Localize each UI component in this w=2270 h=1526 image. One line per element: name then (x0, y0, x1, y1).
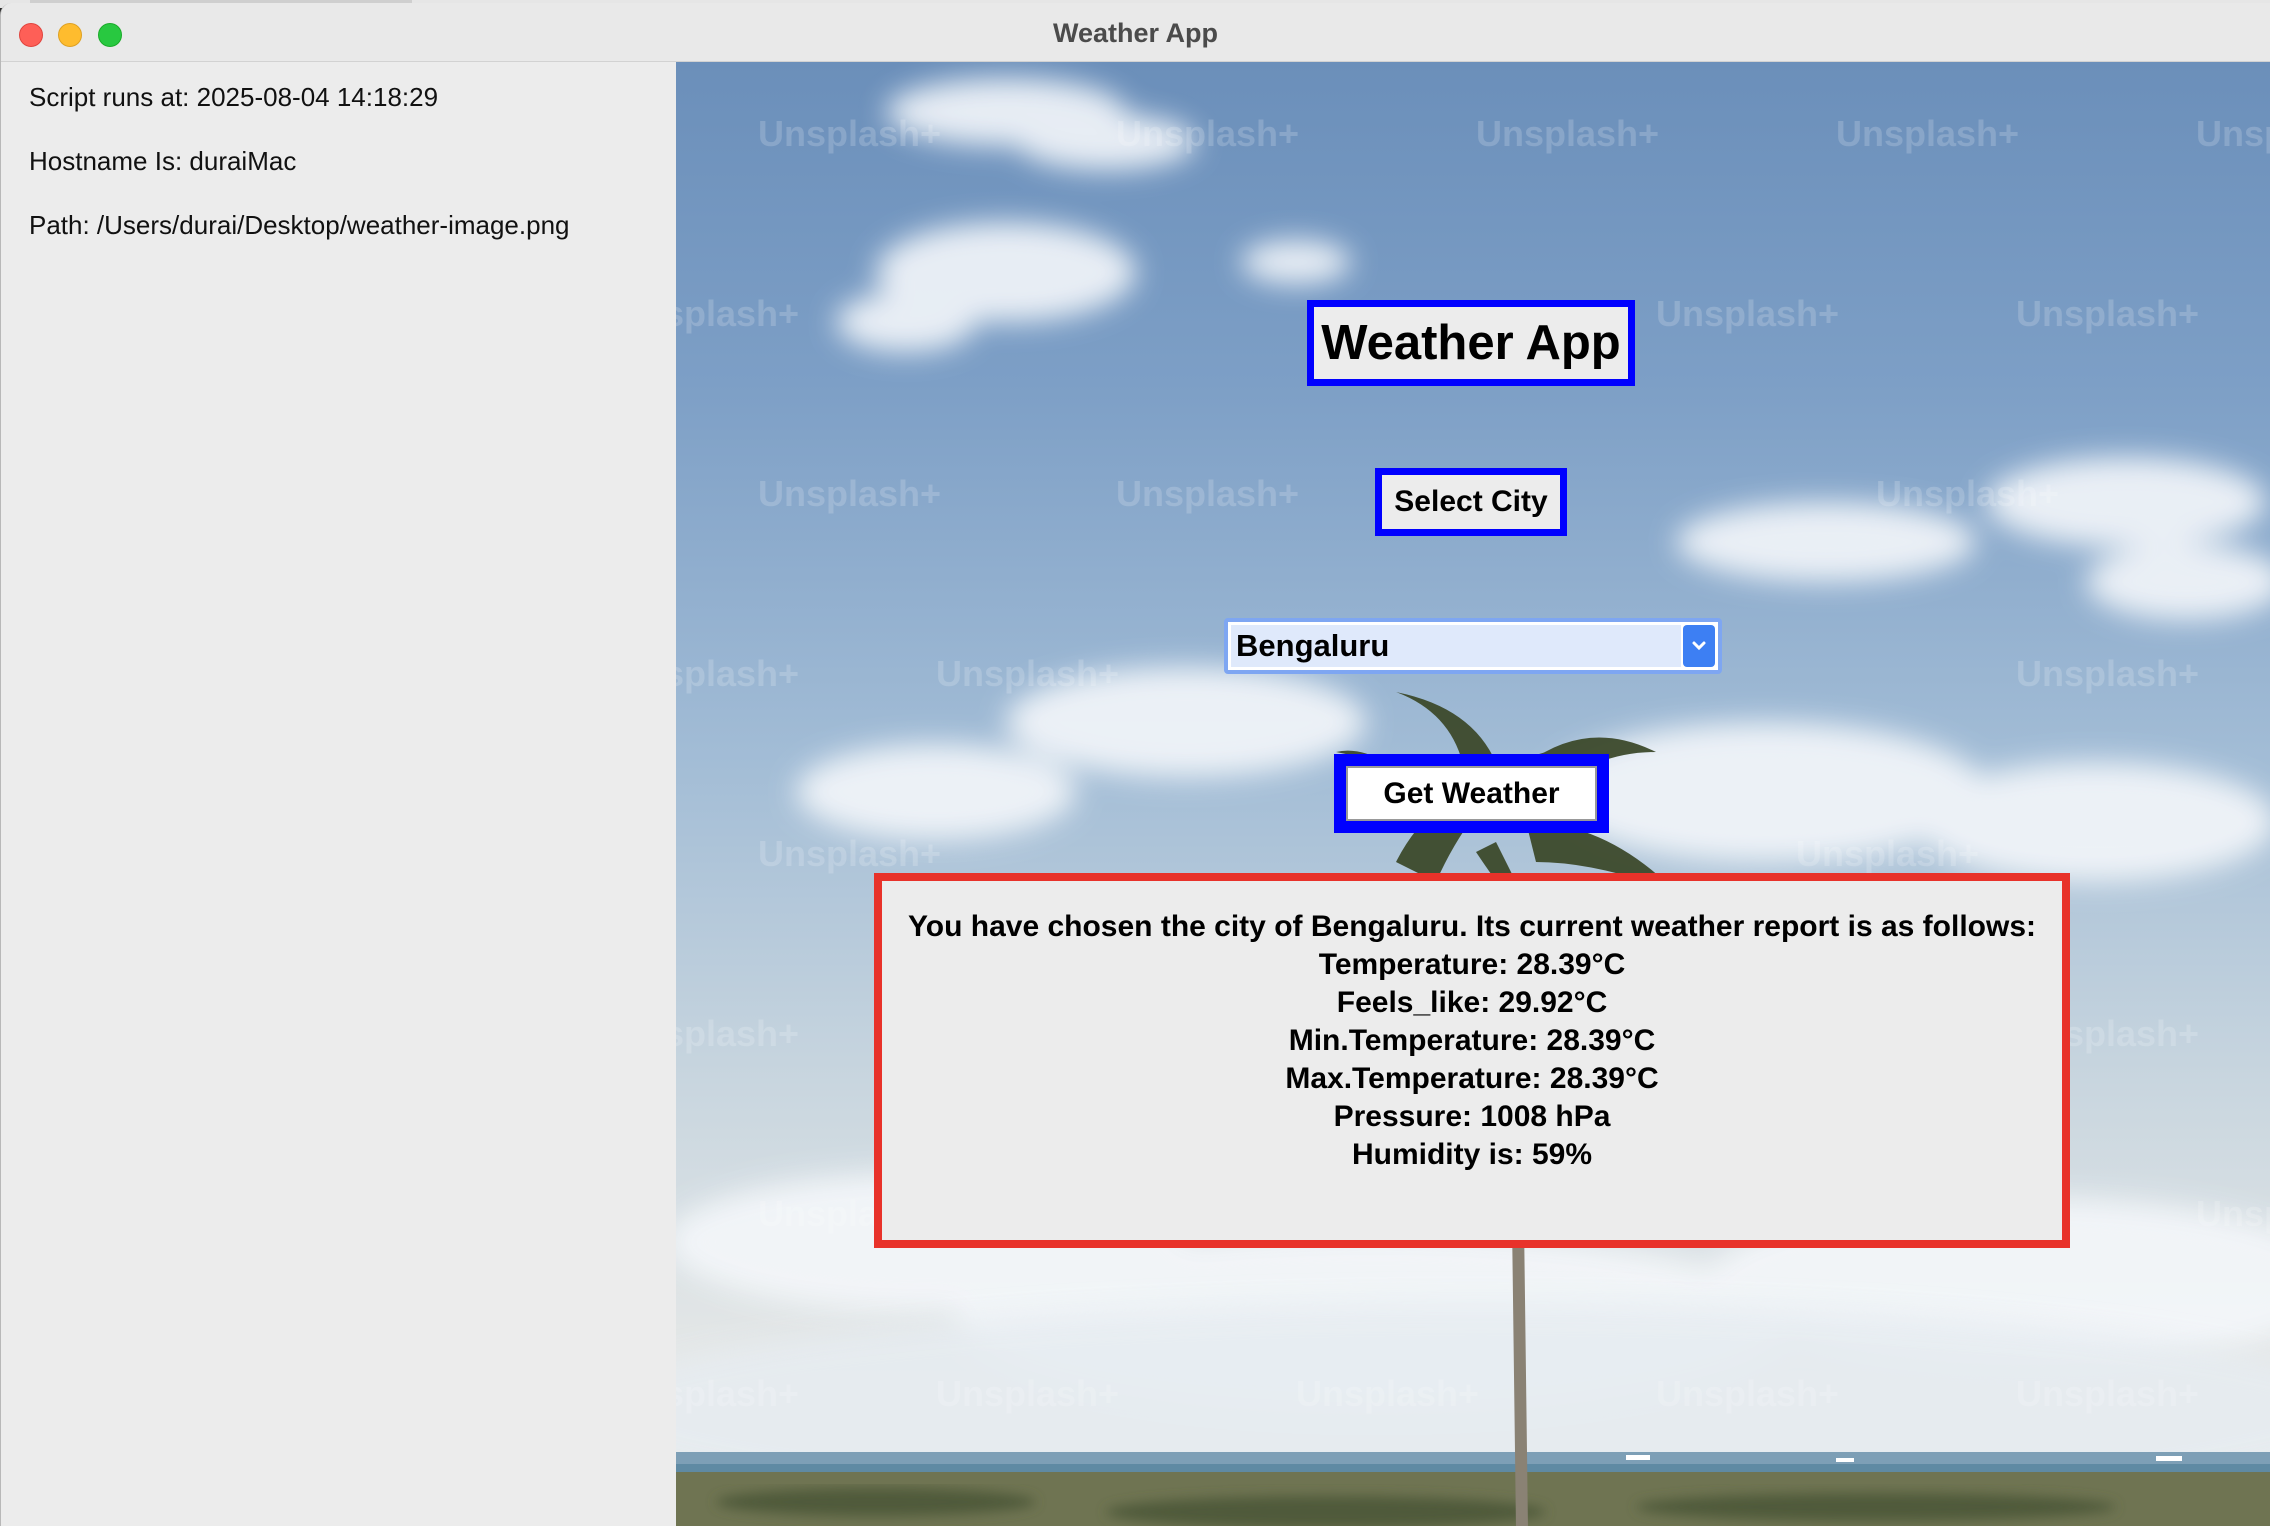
app-heading: Weather App (1307, 300, 1635, 386)
get-weather-button-frame[interactable]: Get Weather (1334, 754, 1609, 833)
watermark: Unsplash+ (1476, 113, 1660, 154)
weather-report-box: You have chosen the city of Bengaluru. I… (874, 873, 2070, 1248)
watermark: Unsplash+ (758, 113, 942, 154)
watermark: Unsplash+ (1656, 293, 1840, 334)
city-combobox[interactable] (1224, 618, 1722, 674)
watermark: Unsplash+ (2016, 653, 2200, 694)
watermark: Unsplash+ (2196, 1193, 2270, 1234)
watermark: Unsplash+ (676, 1013, 800, 1054)
report-intro: You have chosen the city of Bengaluru. I… (907, 910, 2037, 943)
watermark: Unsplash+ (1796, 833, 1980, 874)
chevron-down-icon[interactable] (1683, 625, 1715, 667)
watermark: Unsplash+ (2016, 1373, 2200, 1414)
window-title: Weather App (1052, 18, 1219, 48)
watermark: Unsplash+ (676, 653, 800, 694)
watermark: Unsplash+ (2016, 293, 2200, 334)
watermark: Unsplash+ (1656, 1373, 1840, 1414)
get-weather-button[interactable]: Get Weather (1346, 766, 1597, 821)
watermark: Unsplash+ (936, 1373, 1120, 1414)
script-run-time: Script runs at: 2025-08-04 14:18:29 (29, 82, 439, 112)
report-temperature: Temperature: 28.39°C (1318, 948, 1626, 981)
watermark: Unsplash+ (2196, 113, 2270, 154)
image-path-text: Path: /Users/durai/Desktop/weather-image… (29, 210, 570, 240)
report-min-temperature: Min.Temperature: 28.39°C (1288, 1024, 1656, 1057)
report-feels-like: Feels_like: 29.92°C (1336, 986, 1608, 1019)
watermark: Unsplash+ (758, 473, 942, 514)
app-window: Weather App Script runs at: 2025-08-04 1… (0, 3, 2270, 1526)
watermark: Unsplash+ (1296, 1373, 1480, 1414)
watermark: Unsplash+ (758, 833, 942, 874)
city-input[interactable] (1231, 625, 1681, 667)
title-bar: Weather App (1, 3, 2270, 62)
watermark: Unsplash+ (936, 653, 1120, 694)
watermark: Unsplash+ (1116, 473, 1300, 514)
report-humidity: Humidity is: 59% (1351, 1138, 1593, 1171)
watermark: Unsplash+ (676, 1373, 800, 1414)
watermark: Unsplash+ (1876, 473, 2060, 514)
watermark: Unsplash+ (1836, 113, 2020, 154)
select-city-label: Select City (1375, 468, 1567, 536)
watermark: Unsplash+ (1116, 113, 1300, 154)
report-pressure: Pressure: 1008 hPa (1333, 1100, 1611, 1133)
report-max-temperature: Max.Temperature: 28.39°C (1285, 1062, 1659, 1095)
hostname-text: Hostname Is: duraiMac (29, 146, 297, 176)
info-panel: Script runs at: 2025-08-04 14:18:29 Host… (1, 62, 676, 1526)
watermark: Unsplash+ (676, 293, 800, 334)
